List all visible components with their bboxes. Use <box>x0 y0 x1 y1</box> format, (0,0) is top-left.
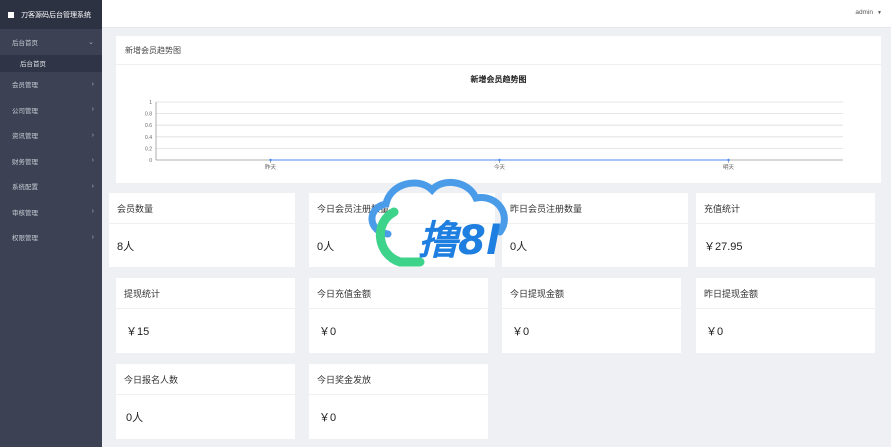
sidebar-item-label: 审核管理 <box>12 209 38 217</box>
stat-title: 今日提现金额 <box>502 278 681 309</box>
x-tick-label: 今天 <box>494 163 506 171</box>
sidebar-item-label: 财务管理 <box>12 158 38 166</box>
sidebar-item-label: 资讯管理 <box>12 133 38 141</box>
data-point <box>269 158 272 162</box>
trend-chart: 0 0.2 0.4 0.6 0.8 1 昨天 今天 明天 <box>145 100 843 171</box>
stat-value: ￥0 <box>512 326 530 338</box>
chevron-right-icon: › <box>91 182 94 190</box>
sidebar-item-settings[interactable]: 系统配置 › <box>0 174 102 200</box>
sidebar-item-permissions[interactable]: 权限管理 › <box>0 225 102 251</box>
chevron-right-icon: › <box>91 233 94 241</box>
stat-value: 0人 <box>317 241 335 253</box>
user-name: admin <box>855 9 874 16</box>
stat-card: 会员数量 8人 <box>109 193 295 267</box>
data-point <box>727 158 730 162</box>
stat-card: 今日充值金额 ￥0 <box>309 278 488 353</box>
y-tick-label: 1 <box>149 100 152 106</box>
stat-card: 充值统计 ￥27.95 <box>696 193 875 267</box>
chevron-right-icon: › <box>91 80 94 88</box>
sidebar-item-label: 公司管理 <box>12 107 38 115</box>
stat-value: ￥15 <box>126 326 150 338</box>
chevron-down-icon: ⌄ <box>88 38 94 46</box>
stat-title: 昨日提现金额 <box>696 278 875 309</box>
x-tick-label: 明天 <box>723 164 735 171</box>
chevron-right-icon: › <box>91 208 94 216</box>
chevron-right-icon: › <box>91 131 94 139</box>
y-tick-label: 0 <box>149 158 152 164</box>
stat-value: ￥27.95 <box>704 241 743 253</box>
sidebar-item-home[interactable]: 后台首页 ⌄ <box>0 29 102 55</box>
sidebar-item-members[interactable]: 会员管理 › <box>0 72 102 98</box>
stat-value: ￥0 <box>706 326 724 338</box>
sidebar: 刀客源码后台管理系统 后台首页 ⌄ 后台首页 会员管理 › 公司管理 › 资讯管… <box>0 0 102 447</box>
sidebar-nav: 后台首页 ⌄ 后台首页 会员管理 › 公司管理 › 资讯管理 › 财务管理 › … <box>0 29 102 250</box>
chevron-right-icon: › <box>91 157 94 165</box>
stat-title: 充值统计 <box>696 193 875 224</box>
chevron-right-icon: › <box>91 106 94 114</box>
stat-card: 提现统计 ￥15 <box>116 278 295 353</box>
sidebar-item-finance[interactable]: 财务管理 › <box>0 148 102 174</box>
stat-title: 今日充值金额 <box>309 278 488 309</box>
brand[interactable]: 刀客源码后台管理系统 <box>0 0 102 29</box>
stat-title: 昨日会员注册数量 <box>502 193 688 224</box>
stat-card: 昨日会员注册数量 0人 <box>502 193 688 267</box>
stat-value: 0人 <box>126 412 144 424</box>
sidebar-subitem-label: 后台首页 <box>20 61 46 68</box>
brand-square-icon <box>8 11 14 18</box>
stat-title: 提现统计 <box>116 278 295 309</box>
stat-title: 会员数量 <box>109 193 295 224</box>
sidebar-item-label: 系统配置 <box>12 184 38 192</box>
brand-title: 刀客源码后台管理系统 <box>21 11 91 19</box>
stat-card: 今日提现金额 ￥0 <box>502 278 681 353</box>
y-tick-label: 0.2 <box>145 146 152 152</box>
data-point <box>498 158 501 162</box>
stat-card: 昨日提现金额 ￥0 <box>696 278 875 353</box>
stat-value: 8人 <box>117 241 135 253</box>
sidebar-item-companies[interactable]: 公司管理 › <box>0 97 102 123</box>
sidebar-item-label: 权限管理 <box>12 235 38 243</box>
stat-title: 今日会员注册数量 <box>309 193 495 224</box>
stat-title: 今日奖金发放 <box>309 364 488 395</box>
stat-card: 今日报名人数 0人 <box>116 364 295 439</box>
x-tick-label: 昨天 <box>265 163 277 171</box>
stat-title: 今日报名人数 <box>116 364 295 395</box>
member-trend-panel: 新增会员趋势图 新增会员趋势图 0 0.2 0.4 0.6 0.8 1 昨天 今天 明天 <box>116 36 881 183</box>
sidebar-subitem-home[interactable]: 后台首页 <box>0 54 102 72</box>
sidebar-item-news[interactable]: 资讯管理 › <box>0 123 102 149</box>
y-tick-label: 0.4 <box>145 135 152 141</box>
y-tick-label: 0.8 <box>145 112 152 118</box>
sidebar-item-label: 会员管理 <box>12 82 38 90</box>
user-menu[interactable]: admin ▼ <box>855 9 882 16</box>
stat-value: ￥0 <box>319 326 337 338</box>
topbar: admin ▼ <box>102 0 891 28</box>
stat-value: ￥0 <box>319 412 337 424</box>
stat-value: 0人 <box>510 241 528 253</box>
caret-down-icon: ▼ <box>877 9 882 16</box>
y-tick-label: 0.6 <box>145 123 152 129</box>
sidebar-item-label: 后台首页 <box>12 39 38 47</box>
stat-card: 今日会员注册数量 0人 <box>309 193 495 267</box>
stat-card: 今日奖金发放 ￥0 <box>309 364 488 439</box>
sidebar-item-review[interactable]: 审核管理 › <box>0 199 102 225</box>
